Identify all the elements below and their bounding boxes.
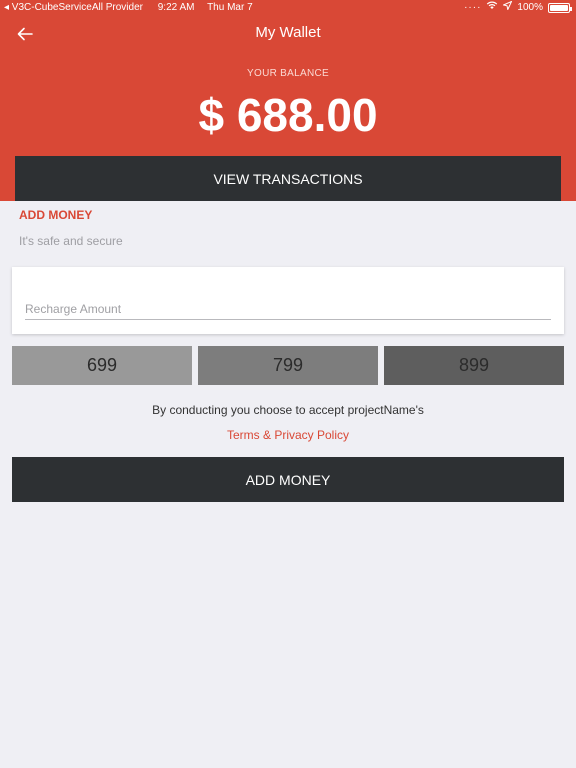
balance-label: YOUR BALANCE (247, 68, 329, 79)
add-money-button-label: ADD MONEY (245, 471, 331, 488)
wifi-icon (486, 0, 498, 16)
page-title: My Wallet (255, 24, 321, 41)
location-arrow-icon (502, 0, 513, 16)
status-date: Thu Mar 7 (207, 2, 253, 13)
signal-dots-icon: ···· (464, 2, 482, 13)
terms-privacy-link[interactable]: Terms & Privacy Policy (0, 428, 576, 442)
carrier-label: ◂ V3C-CubeServiceAll Provider (4, 2, 143, 13)
status-time: 9:22 AM (157, 2, 195, 13)
amount-option-699[interactable]: 699 (12, 346, 192, 385)
terms-notice: By conducting you choose to accept proje… (152, 403, 424, 417)
amount-option-899[interactable]: 899 (384, 346, 564, 385)
status-left: ◂ V3C-CubeServiceAll Provider 9:22 AM Th… (4, 0, 263, 16)
battery-percent: 100% (517, 2, 543, 13)
amount-option-label: 899 (458, 355, 490, 375)
battery-icon (548, 3, 572, 13)
recharge-card (12, 267, 564, 334)
amount-option-799[interactable]: 799 (198, 346, 378, 385)
view-transactions-label: VIEW TRANSACTIONS (213, 170, 363, 187)
add-money-button[interactable]: ADD MONEY (12, 457, 564, 502)
add-money-heading: ADD MONEY (19, 208, 93, 222)
recharge-amount-input[interactable] (25, 298, 551, 320)
status-bar: ◂ V3C-CubeServiceAll Provider 9:22 AM Th… (0, 0, 576, 16)
balance-amount: $ 688.00 (198, 89, 378, 141)
view-transactions-button[interactable]: VIEW TRANSACTIONS (15, 156, 561, 201)
amount-option-label: 699 (86, 355, 118, 375)
safe-secure-text: It's safe and secure (19, 234, 123, 248)
amount-option-label: 799 (272, 355, 304, 375)
status-right: ···· 100% (464, 0, 572, 16)
